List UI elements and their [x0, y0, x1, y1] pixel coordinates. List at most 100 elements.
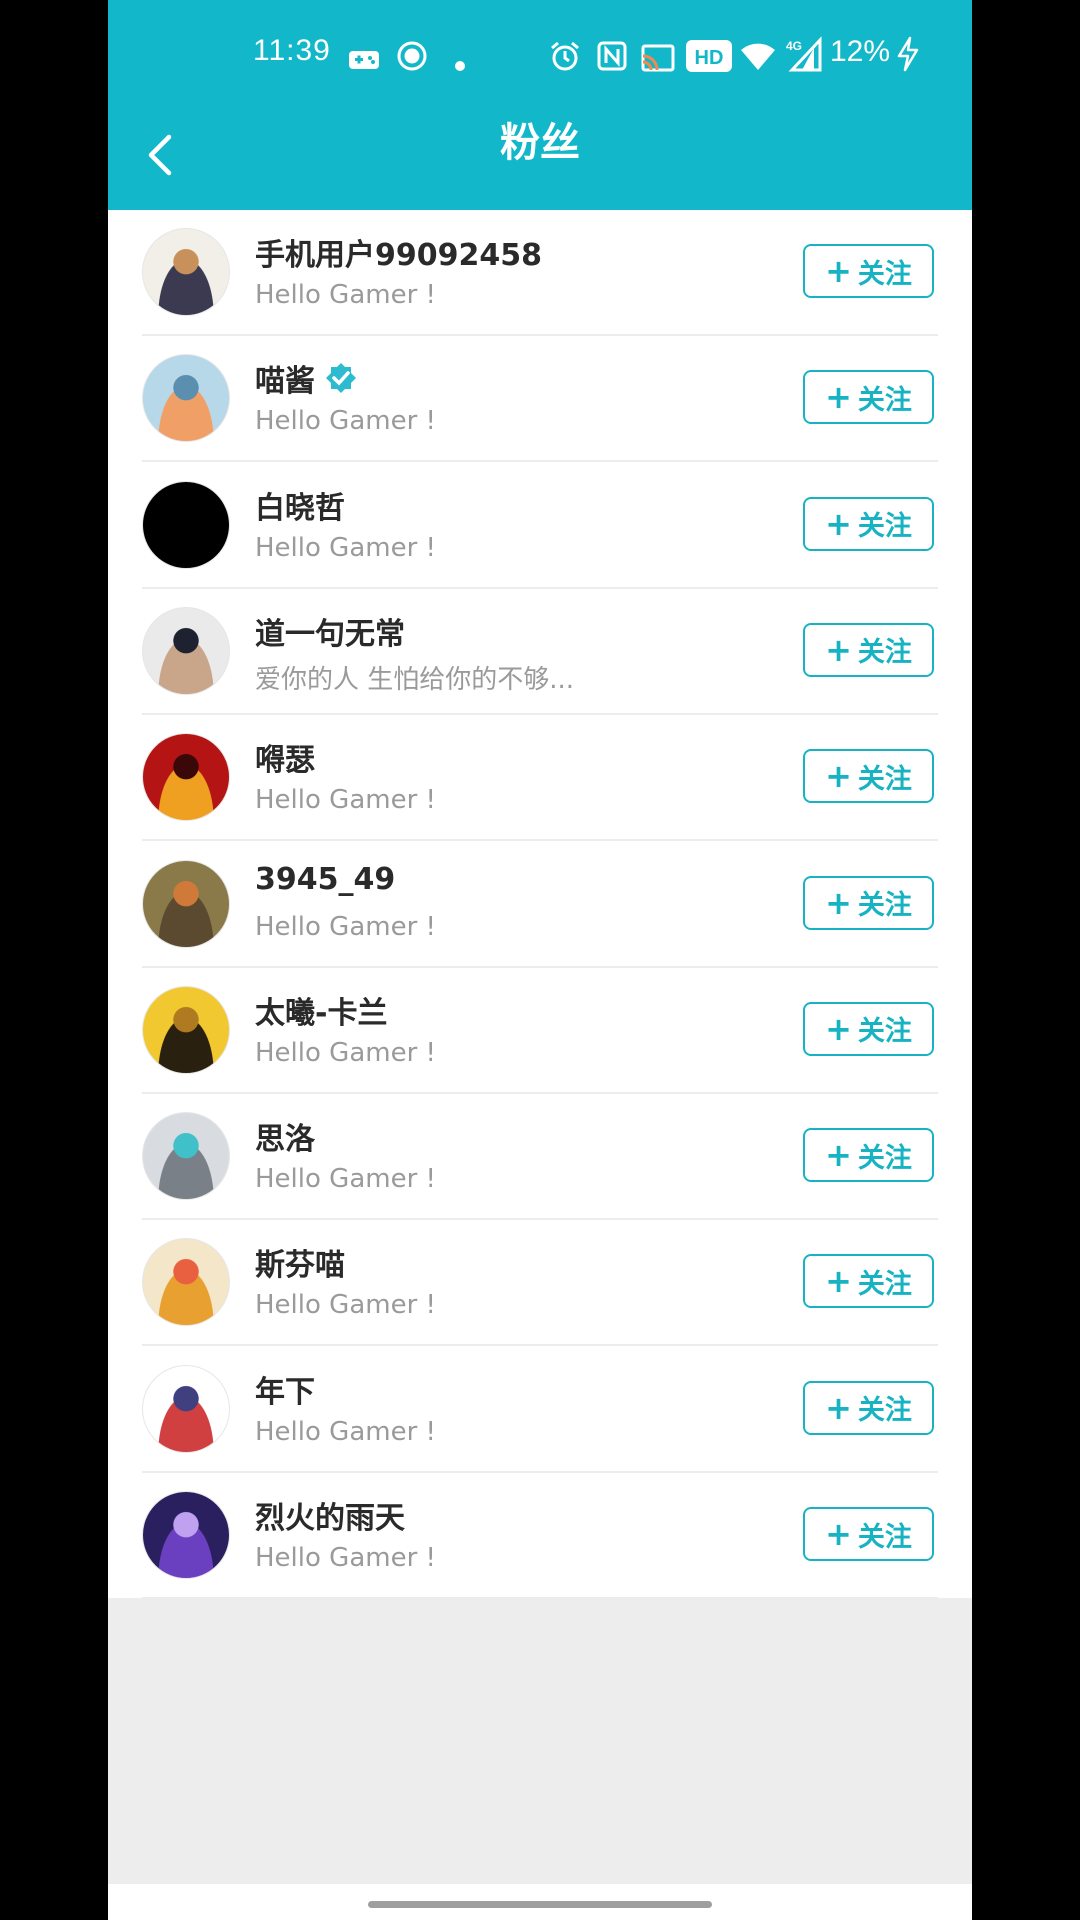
follow-button-label: 关注 [857, 258, 912, 290]
follow-button[interactable]: + 关注 [803, 1128, 934, 1183]
follow-button-label: 关注 [857, 890, 912, 921]
list-item[interactable]: 3945_49 Hello Gamer ! + 关注 [108, 842, 972, 968]
page-title: 粉丝 [500, 120, 580, 166]
follower-signature: Hello Gamer ! [255, 532, 436, 563]
verified-badge-icon [326, 363, 356, 394]
plus-icon: + [825, 757, 852, 796]
follow-button[interactable]: + 关注 [803, 1001, 934, 1056]
list-item[interactable]: 斯芬喵 Hello Gamer ! + 关注 [108, 1220, 972, 1347]
avatar[interactable] [142, 1238, 230, 1327]
list-item[interactable]: 喵酱 Hello Gamer ! + 关注 [108, 336, 972, 463]
svg-text:4G: 4G [786, 39, 802, 53]
follower-name[interactable]: 喵酱 [255, 356, 357, 400]
row-divider [142, 1597, 938, 1599]
list-item[interactable]: 思洛 Hello Gamer ! + 关注 [108, 1094, 972, 1221]
follower-name[interactable]: 思洛 [255, 1114, 315, 1158]
follow-button[interactable]: + 关注 [803, 370, 934, 425]
list-item[interactable]: 道一句无常爱你的人 生怕给你的不够... + 关注 [108, 589, 972, 715]
plus-icon: + [825, 252, 852, 290]
list-item[interactable]: 嘚瑟 Hello Gamer ! + 关注 [108, 715, 972, 842]
follower-signature: Hello Gamer ! [255, 280, 436, 310]
follower-name[interactable]: 年下 [255, 1367, 315, 1411]
list-item[interactable]: 白晓哲 Hello Gamer ! + 关注 [108, 463, 972, 589]
follower-name-text: 手机用户99092458 [255, 238, 542, 273]
follow-button[interactable]: + 关注 [803, 1507, 934, 1561]
avatar[interactable] [142, 733, 230, 822]
alarm-icon [551, 41, 579, 71]
follower-name-text: 白晓哲 [255, 490, 345, 526]
follow-button[interactable]: + 关注 [803, 1380, 934, 1435]
follow-button-label: 关注 [857, 1395, 912, 1427]
follower-name[interactable]: 手机用户99092458 [255, 230, 542, 274]
list-item[interactable]: 手机用户99092458 Hello Gamer ! + 关注 [108, 210, 972, 336]
list-item[interactable]: 太曦-卡兰 Hello Gamer ! + 关注 [108, 968, 972, 1094]
avatar[interactable] [142, 859, 230, 948]
follow-button[interactable]: + 关注 [803, 622, 934, 677]
header: 11:39 HD 4G 12% 粉丝 [108, 0, 972, 210]
title-bar: 粉丝 [108, 110, 972, 210]
follower-name[interactable]: 太曦-卡兰 [255, 988, 387, 1032]
follow-button[interactable]: + 关注 [803, 749, 934, 804]
plus-icon: + [825, 1388, 852, 1427]
follower-name[interactable]: 烈火的雨天 [255, 1493, 405, 1537]
follow-button-label: 关注 [857, 763, 912, 795]
follower-name[interactable]: 3945_49 [255, 862, 395, 897]
avatar[interactable] [142, 480, 230, 569]
app-screen: 11:39 HD 4G 12% 粉丝 手机用户99092458 Hello Ga… [108, 0, 972, 1920]
svg-text:HD: HD [695, 47, 724, 69]
follower-name-text: 斯芬喵 [255, 1248, 345, 1284]
follower-signature: Hello Gamer ! [255, 1416, 436, 1447]
avatar[interactable] [142, 354, 230, 443]
follower-name[interactable]: 白晓哲 [255, 483, 345, 527]
follow-button-label: 关注 [857, 1268, 912, 1300]
plus-icon: + [825, 1009, 852, 1048]
follower-signature: Hello Gamer ! [255, 1543, 436, 1573]
follow-button[interactable]: + 关注 [803, 496, 934, 551]
plus-icon: + [825, 883, 852, 922]
follow-button-label: 关注 [857, 511, 912, 543]
follower-signature: Hello Gamer ! [255, 1037, 436, 1068]
follower-name-text: 嘚瑟 [255, 743, 315, 779]
gamepad-icon [349, 51, 379, 69]
cast-icon [641, 44, 675, 72]
follow-button-label: 关注 [857, 1521, 912, 1553]
avatar[interactable] [142, 1364, 230, 1453]
follower-name[interactable]: 嘚瑟 [255, 735, 315, 779]
follower-name-text: 思洛 [255, 1122, 315, 1158]
follower-name-text: 太曦-卡兰 [255, 995, 388, 1031]
avatar[interactable] [142, 228, 230, 316]
plus-icon: + [825, 504, 852, 543]
plus-icon: + [825, 1262, 852, 1301]
home-gesture-pill[interactable] [368, 1901, 712, 1908]
follower-name[interactable]: 道一句无常 [255, 609, 405, 653]
follower-signature: 爱你的人 生怕给你的不够... [255, 664, 575, 695]
dot-icon [455, 61, 465, 71]
follow-button[interactable]: + 关注 [803, 875, 934, 930]
home-indicator-bar [108, 1884, 972, 1920]
follower-signature: Hello Gamer ! [255, 911, 436, 942]
follow-button-label: 关注 [857, 1016, 912, 1048]
plus-icon: + [825, 1515, 852, 1553]
follower-signature: Hello Gamer ! [255, 1290, 436, 1321]
avatar[interactable] [142, 606, 230, 695]
follower-name-text: 年下 [255, 1374, 315, 1410]
follower-name-text: 烈火的雨天 [255, 1501, 405, 1536]
follower-name-text: 道一句无常 [255, 616, 405, 652]
follower-name-text: 3945_49 [255, 861, 396, 897]
follower-name[interactable]: 斯芬喵 [255, 1240, 345, 1284]
wifi-icon [741, 43, 775, 70]
list-item[interactable]: 烈火的雨天 Hello Gamer ! + 关注 [108, 1473, 972, 1599]
follower-list: 手机用户99092458 Hello Gamer ! + 关注 喵酱 Hello Game… [108, 210, 972, 1599]
follow-button-label: 关注 [857, 384, 912, 416]
battery-level: 12% [830, 35, 891, 68]
nfc-icon [597, 41, 627, 71]
list-item[interactable]: 年下 Hello Gamer ! + 关注 [108, 1347, 972, 1473]
follow-button-label: 关注 [857, 1142, 912, 1174]
avatar[interactable] [142, 1112, 230, 1201]
avatar[interactable] [142, 985, 230, 1074]
avatar[interactable] [142, 1491, 230, 1579]
follow-button[interactable]: + 关注 [803, 1254, 934, 1309]
plus-icon: + [825, 1136, 852, 1175]
follow-button[interactable]: + 关注 [803, 244, 934, 298]
follow-button-label: 关注 [857, 637, 912, 669]
